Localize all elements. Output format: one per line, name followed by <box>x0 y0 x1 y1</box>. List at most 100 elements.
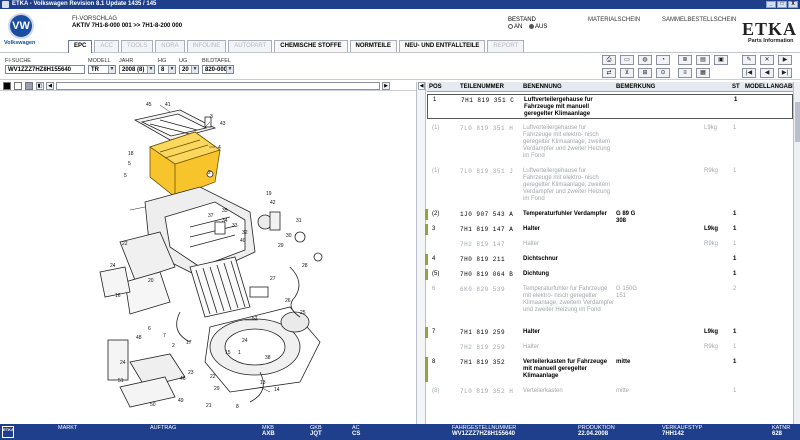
row-teilenummer: 7H1 819 352 <box>460 359 506 366</box>
row-teilenummer: 7H1 819 147 A <box>460 226 514 233</box>
svg-text:38: 38 <box>265 355 271 361</box>
swap-icon[interactable]: ⇄ <box>602 68 616 78</box>
row-bemerkung: G 150G 151 <box>616 286 638 299</box>
table-row[interactable]: (1) 7L0 819 351 H Luftverteilergehause fur… <box>427 123 793 162</box>
svg-text:49: 49 <box>178 398 184 404</box>
svg-text:1: 1 <box>238 350 241 356</box>
minimize-button[interactable]: _ <box>766 1 776 8</box>
col-pos[interactable]: POS <box>429 82 442 92</box>
modell-label: MODELL <box>88 58 111 64</box>
tab-chemische-stoffe[interactable]: CHEMISCHE STOFFE <box>274 40 348 52</box>
col-modellangabe[interactable]: MODELLANGABE <box>745 82 796 92</box>
position-marker <box>425 254 428 265</box>
row-st: 1 <box>734 97 738 103</box>
row-st: 1 <box>733 226 737 232</box>
col-teilenummer[interactable]: TEILENUMMER <box>460 82 504 92</box>
collapse-left-icon[interactable]: ◀ <box>418 82 425 90</box>
col-bemerkung[interactable]: BEMERKUNG <box>616 82 655 92</box>
table-row[interactable]: (2) 1J0 907 543 A Temperaturfuhler Verdamp… <box>425 209 793 224</box>
table-row[interactable]: 8 7H1 819 352 Verteilerkasten fur Fahrzeug… <box>425 357 793 382</box>
color-swatch-black[interactable] <box>3 82 11 90</box>
print-preview-icon[interactable]: ▭ <box>620 55 634 65</box>
previous-page-icon[interactable]: ◀ <box>760 68 774 78</box>
document-detail-icon[interactable]: ▤ <box>696 55 710 65</box>
color-swatch-white[interactable] <box>14 82 22 90</box>
row-st: 1 <box>733 344 737 350</box>
car-front-icon[interactable]: ◍ <box>638 55 652 65</box>
parts-table: POS TEILENUMMER BENENNUNG BEMERKUNG ST M… <box>425 82 796 424</box>
hvac-housing-diagram[interactable]: 45 41 433 418 55 219 3534 3732 4033 4231 … <box>0 92 416 422</box>
bestand-aus-option[interactable]: AUS <box>529 24 547 30</box>
note-icon[interactable]: ▣ <box>714 55 728 65</box>
row-benennung: Luftverteilergehause fur Fahrzeuge mit m… <box>524 97 593 117</box>
scroll-left-icon[interactable]: ◀ <box>46 82 54 90</box>
materialschein-label[interactable]: MATERIALSCHEIN <box>588 17 640 23</box>
row-st: 1 <box>733 241 737 247</box>
document-list-icon[interactable]: ≣ <box>678 55 692 65</box>
pin-icon[interactable]: ✎ <box>742 55 756 65</box>
scroll-right-icon[interactable]: ▶ <box>382 82 390 90</box>
wheel-icon[interactable]: ⊙ <box>656 68 670 78</box>
tab-autopart[interactable]: AUTOPART <box>228 40 273 52</box>
grid-icon[interactable]: ⊞ <box>638 68 652 78</box>
image-scrollbar[interactable] <box>56 82 380 90</box>
col-st[interactable]: ST <box>732 82 740 92</box>
ug-select[interactable]: 20 ▼ <box>179 65 199 74</box>
tab-epc[interactable]: EPC <box>68 40 93 53</box>
col-benennung[interactable]: BENENNUNG <box>523 82 562 92</box>
mkb-cell: MKB AXB <box>262 425 275 437</box>
close-icon[interactable]: ✕ <box>760 55 774 65</box>
close-window-button[interactable]: X <box>788 1 798 8</box>
svg-text:16: 16 <box>115 293 121 299</box>
scrollbar-thumb[interactable] <box>795 102 800 142</box>
chevron-down-icon: ▼ <box>168 66 175 73</box>
tab-acc[interactable]: ACC <box>94 40 120 52</box>
last-page-icon[interactable]: ▶| <box>778 68 792 78</box>
table-row[interactable]: 7H2 819 259 Halter R9kg 1 <box>427 342 793 353</box>
maximize-button[interactable]: □ <box>777 1 787 8</box>
filter-icon[interactable]: ⊻ <box>620 68 634 78</box>
tab-nora[interactable]: NORA <box>155 40 185 52</box>
fi-suche-input[interactable]: WV1ZZZ7HZ8H155640 <box>5 65 85 74</box>
parts-scrollbar[interactable] <box>793 82 800 424</box>
next-page-icon[interactable]: ▶ <box>778 55 792 65</box>
table-row[interactable]: (5) 7H0 819 064 B Dichtung 1 <box>425 269 793 280</box>
table-row[interactable]: 4 7H0 819 211 Dichtschnur 1 <box>425 254 793 265</box>
stack-icon[interactable]: ≡ <box>678 68 692 78</box>
table-row[interactable]: (1) 7L0 819 351 J Luftverteilergehause fur… <box>427 166 793 205</box>
table-row[interactable]: 6 6K0 820 539 Temperaturfuhler fur Fahrzeu… <box>427 284 793 323</box>
sammelbestellschein-label[interactable]: SAMMELBESTELLSCHEIN <box>662 17 736 23</box>
svg-text:29: 29 <box>278 243 284 249</box>
zoom-icon[interactable]: ◧ <box>36 82 44 90</box>
view-icon[interactable]: ▦ <box>696 68 710 78</box>
row-pos: 3 <box>432 226 436 232</box>
tab-neu-und-entfallteile[interactable]: NEU- UND ENTFALLTEILE <box>398 40 486 52</box>
tab-normteile[interactable]: NORMTEILE <box>349 40 397 52</box>
produktion-cell: PRODUKTION 22.04.2008 <box>578 425 615 437</box>
svg-text:34: 34 <box>222 218 228 224</box>
table-row[interactable]: 7H2 819 147 Halter R9kg 1 <box>427 239 793 250</box>
window-controls: _ □ X <box>766 1 798 8</box>
table-row[interactable]: 1 7H1 819 351 C Luftverteilergehause fur F… <box>427 94 793 119</box>
tab-tools[interactable]: TOOLS <box>121 40 154 52</box>
modell-select[interactable]: TR ▼ <box>88 65 116 74</box>
hg-select[interactable]: 8 ▼ <box>158 65 176 74</box>
bestand-an-option[interactable]: AN <box>508 24 522 30</box>
table-row[interactable]: 3 7H1 819 147 A Halter L9kg 1 <box>425 224 793 235</box>
color-swatch-grey[interactable] <box>25 82 33 90</box>
svg-text:40: 40 <box>240 238 246 244</box>
jahr-select[interactable]: 2008 (8) ▼ <box>119 65 155 74</box>
tab-infoline[interactable]: INFOLINE <box>186 40 227 52</box>
svg-text:31: 31 <box>296 218 302 224</box>
bildtafel-select[interactable]: 820-000 ▼ <box>202 65 234 74</box>
table-row[interactable]: 7 7H1 819 259 Halter L9kg 1 <box>425 327 793 338</box>
row-benennung: Verteilerkasten <box>523 388 563 394</box>
table-row[interactable]: (8) 7L0 819 352 H Verteilerkasten mitte 1 <box>427 386 793 397</box>
car-side-icon[interactable]: ◔ <box>656 55 670 65</box>
printer-icon[interactable]: ⎙ <box>602 55 616 65</box>
verkaufstyp-cell: VERKAUFSTYP 7HH142 <box>662 425 703 437</box>
tab-report[interactable]: REPORT <box>487 40 525 52</box>
chevron-down-icon: ▼ <box>226 66 233 73</box>
svg-text:45: 45 <box>146 102 152 108</box>
first-page-icon[interactable]: |◀ <box>742 68 756 78</box>
